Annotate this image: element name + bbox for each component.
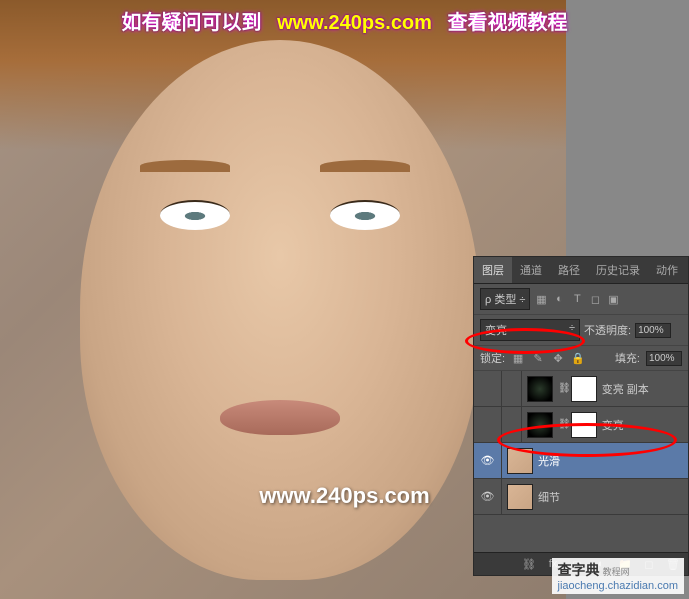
eye-icon: 👁 [481,490,495,503]
image-content [160,200,230,230]
filter-pixel-icon[interactable]: ▦ [534,292,548,306]
mask-link-icon[interactable]: ⛓ [558,419,571,430]
layer-name[interactable]: 光滑 [538,453,688,469]
tab-layers[interactable]: 图层 [474,257,512,283]
layer-row[interactable]: ⛓ 变亮 副本 [474,371,688,407]
layer-thumbnail[interactable] [507,484,533,510]
filter-row: ρ 类型 ÷ ▦ ◐ T ◻ ▣ [474,284,688,315]
banner-url: www.240ps.com [277,12,432,34]
kind-filter[interactable]: ρ 类型 ÷ [480,288,530,310]
layer-name[interactable]: 变亮 [602,417,688,433]
visibility-toggle[interactable]: 👁 [474,479,502,514]
image-content [140,160,230,172]
banner-prefix: 如有疑问可以到 [122,12,262,34]
layer-row[interactable]: 👁 细节 [474,479,688,515]
layers-panel: 图层 通道 路径 历史记录 动作 ρ 类型 ÷ ▦ ◐ T ◻ ▣ 变亮 ÷ 不… [473,256,689,576]
layers-list: ⛓ 变亮 副本 ⛓ 变亮 👁 光滑 👁 细节 [474,371,688,515]
mask-link-icon[interactable]: ⛓ [558,383,571,394]
watermark-brand: 查字典 [558,562,600,578]
layer-name[interactable]: 变亮 副本 [602,381,688,397]
nest-indicator [502,371,522,406]
opacity-input[interactable]: 100% [635,323,671,338]
layer-row[interactable]: ⛓ 变亮 [474,407,688,443]
mask-thumbnail[interactable] [571,376,597,402]
tab-history[interactable]: 历史记录 [588,257,648,283]
link-layers-icon[interactable]: ⛓ [522,557,536,571]
blend-mode-select[interactable]: 变亮 ÷ [480,319,580,341]
lock-position-icon[interactable]: ✥ [551,351,565,365]
lock-transparent-icon[interactable]: ▦ [511,351,525,365]
filter-adjust-icon[interactable]: ◐ [552,292,566,306]
tab-actions[interactable]: 动作 [648,257,686,283]
watermark-brand-sub: 教程网 [603,567,630,577]
eye-icon: 👁 [481,454,495,467]
watermark-url: jiaocheng.chazidian.com [558,580,678,592]
fill-label: 填充: [615,350,640,366]
filter-shape-icon[interactable]: ◻ [588,292,602,306]
banner-suffix: 查看视频教程 [448,12,568,34]
mask-thumbnail[interactable] [571,412,597,438]
banner-text: 如有疑问可以到 www.240ps.com 查看视频教程 [0,6,689,35]
layer-thumbnail[interactable] [527,412,553,438]
image-content [220,400,340,435]
filter-smart-icon[interactable]: ▣ [606,292,620,306]
visibility-toggle[interactable] [474,371,502,406]
layer-thumbnail[interactable] [507,448,533,474]
layer-name[interactable]: 细节 [538,489,688,505]
lock-row: 锁定: ▦ ✎ ✥ 🔒 填充: 100% [474,346,688,371]
bottom-watermark: 查字典 教程网 jiaocheng.chazidian.com [552,558,684,594]
nest-indicator [502,407,522,442]
image-content [330,200,400,230]
tab-channels[interactable]: 通道 [512,257,550,283]
visibility-toggle[interactable]: 👁 [474,443,502,478]
layer-row[interactable]: 👁 光滑 [474,443,688,479]
panel-tabs: 图层 通道 路径 历史记录 动作 [474,257,688,284]
opacity-label: 不透明度: [584,322,631,338]
lock-pixels-icon[interactable]: ✎ [531,351,545,365]
fill-input[interactable]: 100% [646,351,682,366]
layer-thumbnail[interactable] [527,376,553,402]
visibility-toggle[interactable] [474,407,502,442]
blend-row: 变亮 ÷ 不透明度: 100% [474,315,688,346]
lock-all-icon[interactable]: 🔒 [571,351,585,365]
center-watermark: www.240ps.com [259,483,429,509]
image-content [320,160,410,172]
lock-label: 锁定: [480,350,505,366]
tab-paths[interactable]: 路径 [550,257,588,283]
filter-type-icon[interactable]: T [570,292,584,306]
